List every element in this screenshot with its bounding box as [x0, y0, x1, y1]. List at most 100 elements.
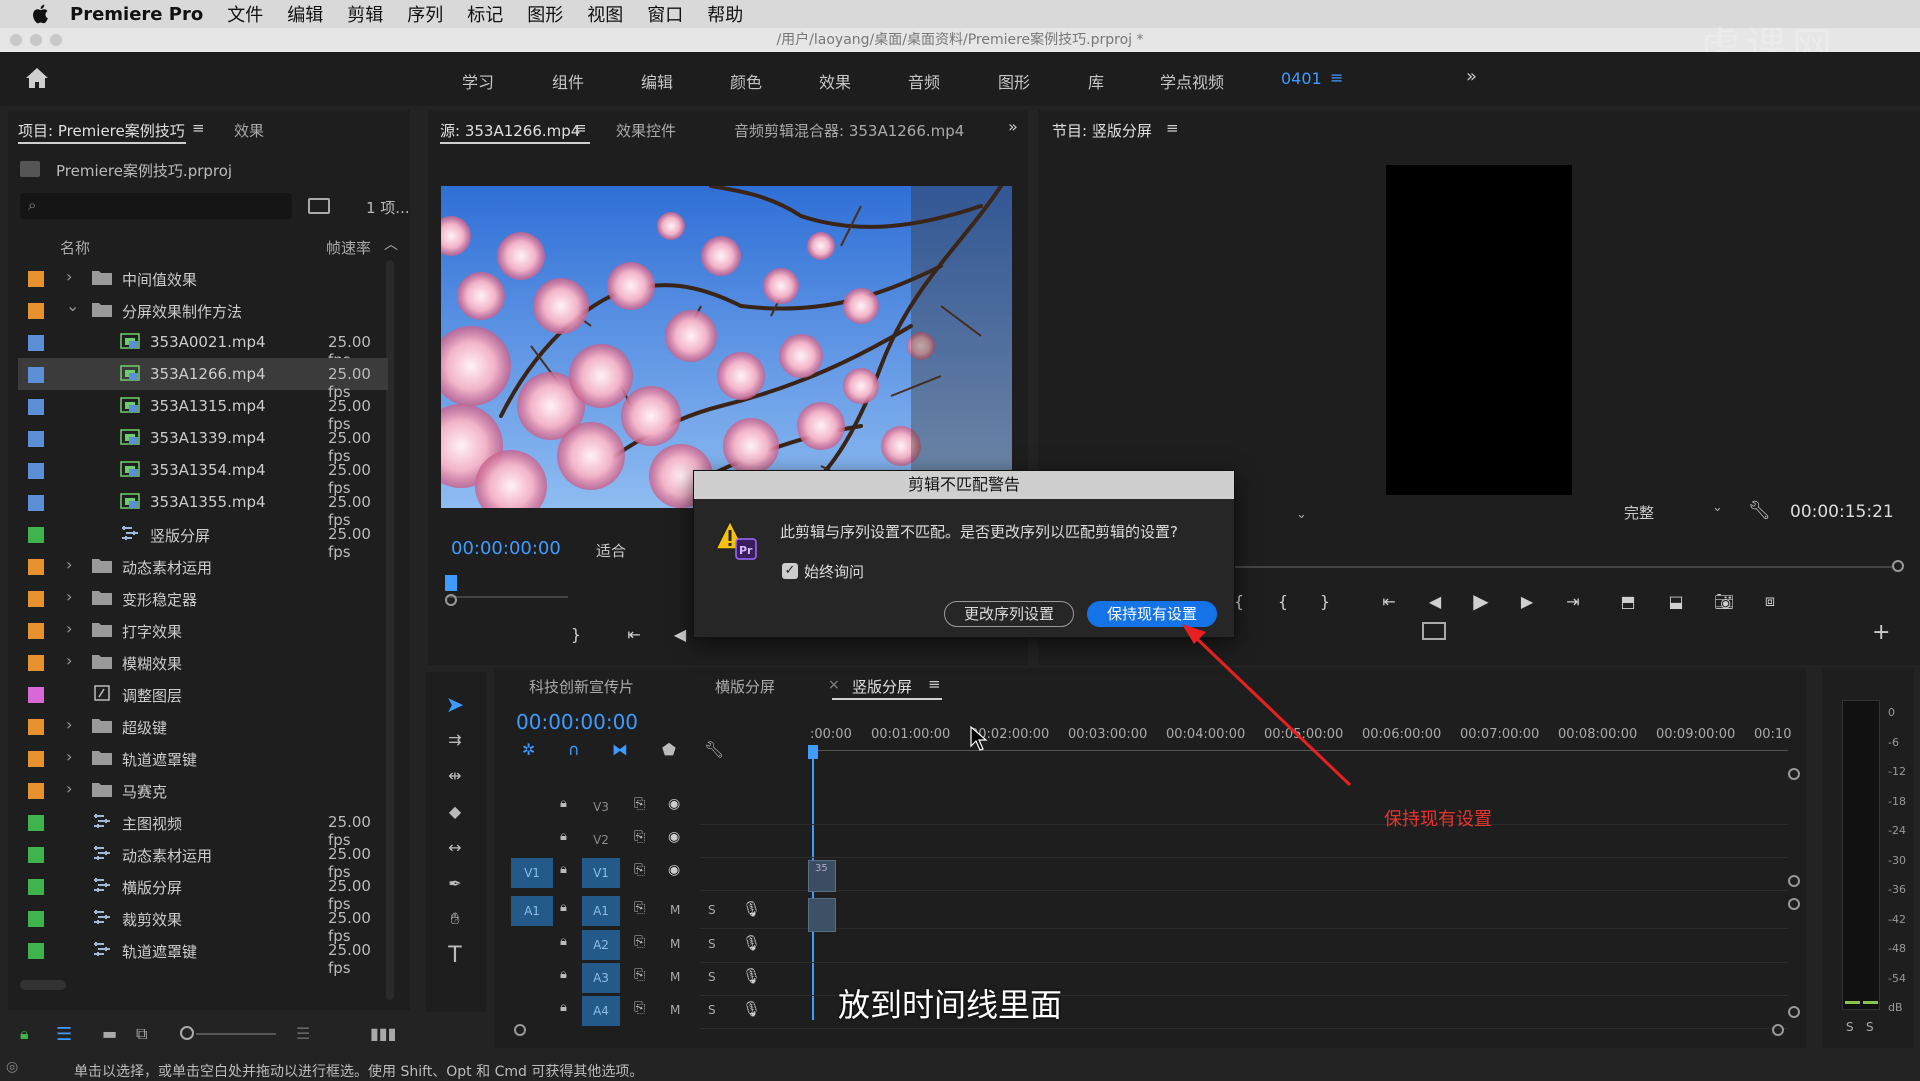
zoom-slider-track[interactable]: [196, 1033, 276, 1035]
wrench-icon[interactable]: 🔧︎: [1748, 500, 1771, 521]
track-target-a2[interactable]: A2: [582, 930, 620, 960]
project-item[interactable]: 裁剪效果 25.00 fps: [18, 902, 388, 945]
chevron-right-icon[interactable]: ›: [66, 555, 72, 574]
sync-lock-icon[interactable]: ⎘: [634, 934, 645, 950]
sync-lock-icon[interactable]: ⎘: [634, 967, 645, 983]
project-item[interactable]: › 超级键: [18, 710, 388, 742]
label-color-swatch[interactable]: [28, 271, 44, 287]
tab-sequence-2[interactable]: 横版分屏: [715, 676, 775, 697]
workspace-assembly[interactable]: 组件: [552, 69, 584, 93]
sync-lock-icon[interactable]: ⎘: [634, 1000, 645, 1016]
microphone-icon[interactable]: 🎙︎: [742, 900, 761, 918]
label-color-swatch[interactable]: [28, 815, 44, 831]
source-patch-v1[interactable]: V1: [511, 858, 553, 888]
label-color-swatch[interactable]: [28, 559, 44, 575]
app-menu[interactable]: Premiere Pro: [70, 4, 203, 25]
chevron-right-icon[interactable]: ›: [66, 779, 72, 798]
project-item[interactable]: › 马赛克: [18, 774, 388, 806]
solo-button[interactable]: S: [708, 970, 716, 984]
safe-margins-icon[interactable]: [1422, 622, 1446, 640]
program-scrubber[interactable]: [1230, 566, 1894, 568]
track-target-a1[interactable]: A1: [582, 896, 620, 926]
project-item[interactable]: 主图视频 25.00 fps: [18, 806, 388, 849]
video-clip[interactable]: 35: [808, 860, 836, 892]
label-color-swatch[interactable]: [28, 719, 44, 735]
workspace-libraries[interactable]: 库: [1088, 69, 1104, 93]
go-to-in-icon[interactable]: ⇤: [622, 622, 646, 646]
label-color-swatch[interactable]: [28, 367, 44, 383]
project-item[interactable]: 轨道遮罩键 25.00 fps: [18, 934, 388, 977]
source-zoom-select[interactable]: 适合: [596, 540, 626, 561]
project-item[interactable]: 竖版分屏 25.00 fps: [18, 518, 388, 561]
column-framerate-header[interactable]: 帧速率: [326, 237, 371, 258]
solo-right-button[interactable]: S: [1866, 1020, 1874, 1034]
vscroll-handle[interactable]: [1788, 768, 1800, 780]
tab-audio-clip-mixer[interactable]: 音频剪辑混合器: 353A1266.mp4: [734, 120, 964, 141]
icon-view-icon[interactable]: ▬: [102, 1024, 117, 1043]
project-item[interactable]: › 中间值效果: [18, 262, 388, 294]
menu-clip[interactable]: 剪辑: [347, 1, 383, 27]
label-color-swatch[interactable]: [28, 431, 44, 447]
menu-edit[interactable]: 编辑: [287, 1, 323, 27]
program-zoom-select[interactable]: ⌄: [1226, 506, 1312, 528]
chevron-right-icon[interactable]: ›: [66, 747, 72, 766]
label-color-swatch[interactable]: [28, 335, 44, 351]
source-scrubber[interactable]: [448, 596, 568, 598]
add-button-icon[interactable]: +: [1872, 620, 1890, 645]
tab-sequence-1[interactable]: 科技创新宣传片: [529, 676, 634, 697]
list-view-icon[interactable]: ☰: [56, 1024, 72, 1045]
vscroll-handle[interactable]: [1788, 898, 1800, 910]
search-input[interactable]: [20, 193, 292, 219]
go-to-out-icon[interactable]: ⇥: [1560, 586, 1586, 616]
lock-icon[interactable]: 🔒︎: [560, 967, 567, 982]
menu-file[interactable]: 文件: [227, 1, 263, 27]
menu-marker[interactable]: 标记: [467, 1, 503, 27]
microphone-icon[interactable]: 🎙︎: [742, 934, 761, 952]
sort-ascending-icon[interactable]: ︿: [384, 234, 398, 254]
minimize-window-button[interactable]: [30, 34, 42, 46]
project-item[interactable]: 353A1315.mp4 25.00 fps: [18, 390, 388, 433]
ripple-edit-tool-icon[interactable]: ⇹: [438, 760, 472, 790]
label-color-swatch[interactable]: [28, 655, 44, 671]
step-back-icon[interactable]: ◀: [1422, 586, 1448, 616]
eye-icon[interactable]: ◉: [668, 829, 680, 845]
menu-graphics[interactable]: 图形: [527, 1, 563, 27]
project-item[interactable]: › 模糊效果: [18, 646, 388, 678]
apple-icon[interactable]: [28, 2, 52, 26]
add-marker-icon[interactable]: ⬟: [662, 740, 676, 759]
source-patch-a1[interactable]: A1: [511, 896, 553, 926]
track-target-v3[interactable]: V3: [582, 792, 620, 822]
mark-out-icon[interactable]: }: [566, 622, 586, 646]
home-icon[interactable]: [24, 66, 50, 94]
project-item[interactable]: › 动态素材运用: [18, 550, 388, 582]
close-tab-icon[interactable]: ×: [828, 677, 840, 693]
sync-lock-icon[interactable]: ⎘: [634, 829, 645, 845]
tab-source[interactable]: 源: 353A1266.mp4: [440, 120, 580, 141]
type-tool-icon[interactable]: T: [438, 940, 472, 970]
mute-button[interactable]: M: [670, 970, 680, 984]
source-zoom-handle[interactable]: [445, 594, 457, 606]
label-color-swatch[interactable]: [28, 911, 44, 927]
extract-icon[interactable]: ⬓: [1662, 586, 1690, 616]
chevron-right-icon[interactable]: ›: [66, 715, 72, 734]
slip-tool-icon[interactable]: ↔: [438, 832, 472, 862]
chevron-right-icon[interactable]: ›: [66, 619, 72, 638]
workspace-editing[interactable]: 编辑: [641, 69, 673, 93]
project-item[interactable]: 353A0021.mp425.00 fps: [18, 326, 388, 369]
timeline-zoom-handle-left[interactable]: [514, 1024, 526, 1036]
project-item[interactable]: 动态素材运用 25.00 fps: [18, 838, 388, 881]
label-color-swatch[interactable]: [28, 303, 44, 319]
source-timecode[interactable]: 00:00:00:00: [451, 538, 561, 559]
pen-tool-icon[interactable]: ✒: [438, 868, 472, 898]
workspace-learn[interactable]: 学习: [462, 69, 494, 93]
tab-program[interactable]: 节目: 竖版分屏: [1052, 120, 1152, 141]
timeline-timecode[interactable]: 00:00:00:00: [516, 710, 638, 734]
new-bin-icon[interactable]: [308, 198, 330, 214]
project-item[interactable]: 353A1354.mp4 25.00 fps: [18, 454, 388, 497]
label-color-swatch[interactable]: [28, 751, 44, 767]
selection-tool-icon[interactable]: ➤: [438, 690, 472, 720]
timeline-menu-icon[interactable]: ≡: [928, 675, 941, 693]
source-playhead[interactable]: [445, 575, 457, 591]
source-menu-icon[interactable]: ≡: [574, 119, 587, 137]
project-item[interactable]: 353A1355.mp4 25.00 fps: [18, 486, 388, 529]
